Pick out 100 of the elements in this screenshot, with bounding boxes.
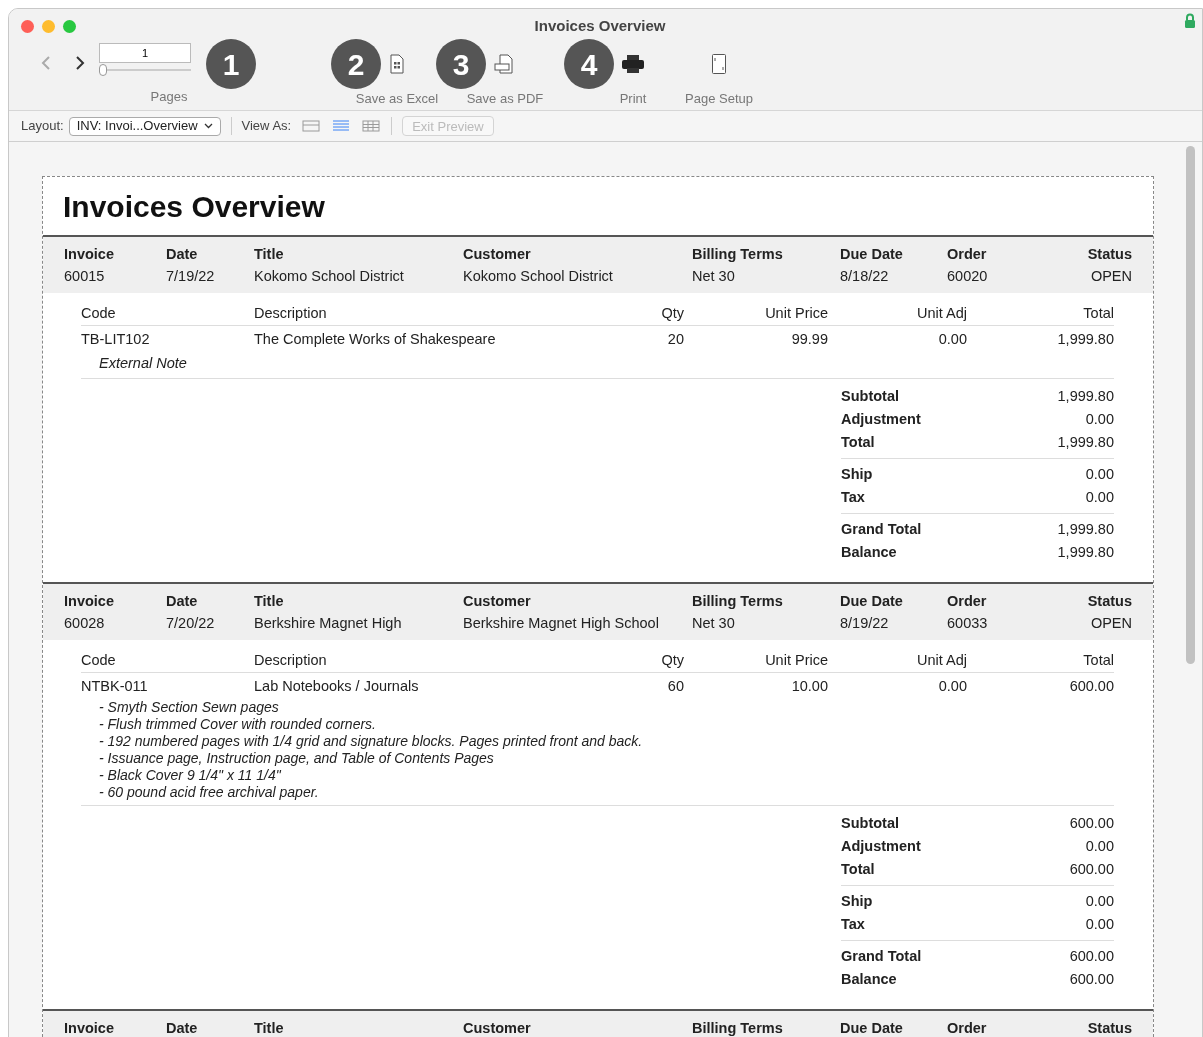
item-note: - 192 numbered pages with 1/4 grid and signature blocks. Pages printed front and back. <box>99 733 644 750</box>
column-header: Unit Adj <box>916 651 967 670</box>
item-note: - Smyth Section Sewn pages <box>99 699 280 716</box>
total-value: 600.00 <box>1069 947 1114 966</box>
field-label: Due Date <box>840 592 904 611</box>
field-value: Kokomo School District <box>463 267 614 286</box>
field-label: Title <box>254 592 285 611</box>
layout-dropdown[interactable]: INV: Invoi...Overview <box>68 116 221 136</box>
field-label: Invoice <box>64 245 115 264</box>
total-label: Adjustment <box>841 837 921 856</box>
total-value: 600.00 <box>1069 860 1114 879</box>
column-header: Qty <box>660 304 684 323</box>
total-value: 0.00 <box>1085 410 1114 429</box>
table-cell-text: 1,999.80 <box>1056 330 1114 349</box>
column-header: Description <box>254 304 328 323</box>
total-label: Ship <box>841 465 873 484</box>
total-label: Balance <box>841 543 897 562</box>
toolbar-label: Save as PDF <box>466 91 544 106</box>
total-value: 600.00 <box>1069 814 1114 833</box>
field-value: OPEN <box>1089 267 1132 286</box>
column-header: Description <box>254 651 328 670</box>
total-label: Total <box>841 433 875 452</box>
field-value: 7/20/22 <box>166 614 216 633</box>
total-value: 0.00 <box>1085 488 1114 507</box>
total-label: Balance <box>841 970 897 989</box>
field-label: Billing Terms <box>692 1019 784 1037</box>
callout-number: 1 <box>206 39 256 89</box>
total-value: 0.00 <box>1085 892 1114 911</box>
field-label: Billing Terms <box>692 592 784 611</box>
item-note: External Note <box>99 354 188 373</box>
field-label: Order <box>947 592 988 611</box>
column-header: Total <box>1082 651 1114 670</box>
callout-number: 4 <box>564 39 614 89</box>
field-value: Kokomo School District <box>254 267 405 286</box>
field-label: Date <box>166 592 199 611</box>
item-note: - Black Cover 9 1/4" x 11 1/4" <box>99 767 282 784</box>
total-value: 0.00 <box>1085 915 1114 934</box>
field-value: 60015 <box>64 267 106 286</box>
field-label: Date <box>166 1019 199 1037</box>
total-value: 1,999.80 <box>1057 433 1114 452</box>
toolbar-label: Print <box>619 91 647 106</box>
total-value: 600.00 <box>1069 970 1114 989</box>
window-title: Invoices Overview <box>534 15 666 36</box>
total-value: 1,999.80 <box>1057 387 1114 406</box>
callout-number: 3 <box>436 39 486 89</box>
field-label: Order <box>947 1019 988 1037</box>
table-cell-text: NTBK-011 <box>81 677 149 696</box>
field-value: 60028 <box>64 614 106 633</box>
total-value: 0.00 <box>1085 465 1114 484</box>
field-label: Title <box>254 1019 285 1037</box>
field-value: Net 30 <box>692 614 736 633</box>
table-cell-text: Lab Notebooks / Journals <box>254 677 420 696</box>
field-label: Customer <box>463 592 532 611</box>
total-label: Adjustment <box>841 410 921 429</box>
field-label: Invoice <box>64 592 115 611</box>
item-note: - Flush trimmed Cover with rounded corners. <box>99 716 377 733</box>
table-cell-text: TB-LIT102 <box>81 330 151 349</box>
column-header: Qty <box>660 651 684 670</box>
table-cell-text: 99.99 <box>790 330 828 349</box>
field-label: Date <box>166 245 199 264</box>
table-cell-text: 60 <box>666 677 684 696</box>
field-value: Berkshire Magnet High School <box>463 614 660 633</box>
report-title: Invoices Overview <box>62 189 326 225</box>
field-label: Customer <box>463 245 532 264</box>
field-label: Status <box>1087 1019 1132 1037</box>
view-as-label: View As: <box>241 117 292 136</box>
field-label: Due Date <box>840 1019 904 1037</box>
field-label: Billing Terms <box>692 245 784 264</box>
total-label: Tax <box>841 488 865 507</box>
layout-label: Layout: <box>21 117 64 136</box>
table-cell-text: 0.00 <box>937 330 967 349</box>
field-value: 7/19/22 <box>166 267 216 286</box>
table-cell-text: 20 <box>666 330 684 349</box>
total-label: Subtotal <box>841 387 899 406</box>
column-header: Code <box>81 304 117 323</box>
field-label: Order <box>947 245 988 264</box>
total-label: Grand Total <box>841 520 922 539</box>
pages-label: Pages <box>149 88 189 106</box>
field-label: Status <box>1087 592 1132 611</box>
table-cell-text: 600.00 <box>1068 677 1114 696</box>
field-label: Invoice <box>64 1019 115 1037</box>
table-cell-text: 0.00 <box>937 677 967 696</box>
toolbar-label: Save as Excel <box>355 91 439 106</box>
field-label: Due Date <box>840 245 904 264</box>
field-value: 8/19/22 <box>840 614 890 633</box>
table-cell-text: The Complete Works of Shakespeare <box>254 330 497 349</box>
column-header: Unit Price <box>764 304 828 323</box>
total-label: Tax <box>841 915 865 934</box>
field-value: 60020 <box>947 267 989 286</box>
page-field[interactable]: 1 <box>99 43 191 63</box>
toolbar-label: Page Setup <box>685 91 753 106</box>
field-value: 8/18/22 <box>840 267 890 286</box>
total-label: Ship <box>841 892 873 911</box>
field-value: 60033 <box>947 614 989 633</box>
field-label: Title <box>254 245 285 264</box>
field-label: Customer <box>463 1019 532 1037</box>
total-label: Grand Total <box>841 947 922 966</box>
column-header: Unit Adj <box>916 304 967 323</box>
field-value: OPEN <box>1089 614 1132 633</box>
item-note: - Issuance page, Instruction page, and Table of Contents Pages <box>99 750 495 767</box>
